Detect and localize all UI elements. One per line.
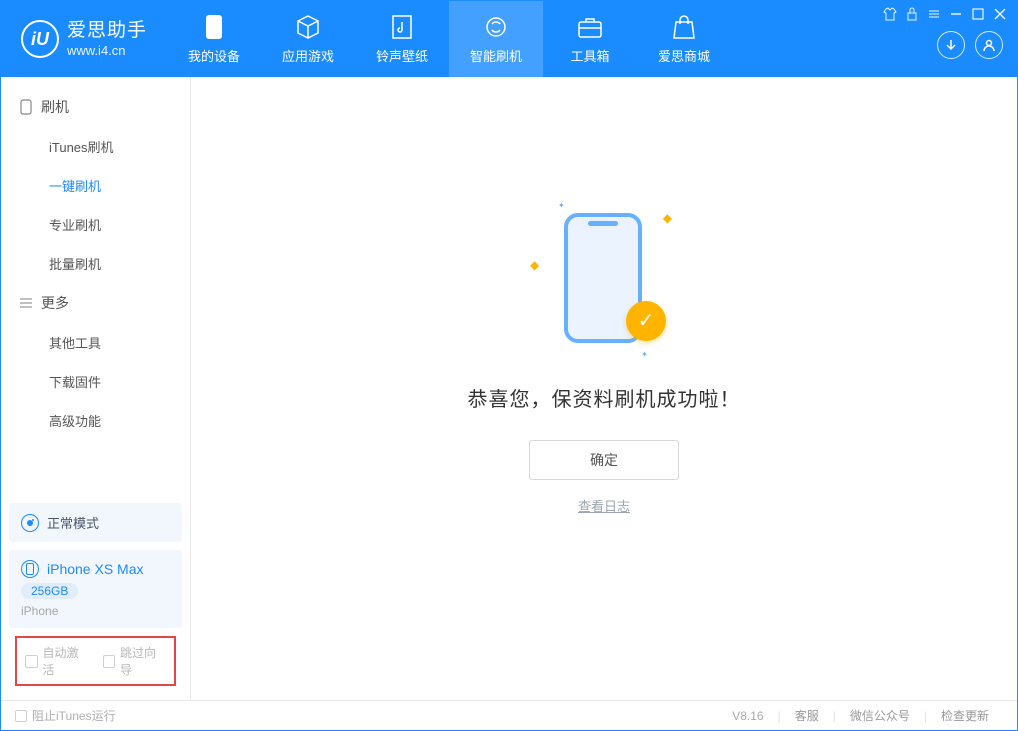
device-card[interactable]: iPhone XS Max 256GB iPhone xyxy=(9,550,182,628)
sidebar-item-itunes-flash[interactable]: iTunes刷机 xyxy=(1,127,190,166)
footer-link-wechat[interactable]: 微信公众号 xyxy=(836,707,924,724)
sidebar-item-other-tools[interactable]: 其他工具 xyxy=(1,323,190,362)
sidebar-item-batch-flash[interactable]: 批量刷机 xyxy=(1,244,190,283)
view-log-link[interactable]: 查看日志 xyxy=(578,496,630,515)
sparkle-icon: ◆ xyxy=(663,211,672,225)
tab-store[interactable]: 爱思商城 xyxy=(637,1,731,77)
checkbox-icon xyxy=(15,710,27,722)
sidebar-item-one-click-flash[interactable]: 一键刷机 xyxy=(1,166,190,205)
phone-icon xyxy=(201,14,227,40)
shopping-bag-icon xyxy=(671,14,697,40)
version-label: V8.16 xyxy=(732,709,763,723)
sparkle-icon: ◆ xyxy=(530,258,539,272)
list-icon xyxy=(19,296,33,310)
window-controls xyxy=(883,7,1007,21)
device-card-icon xyxy=(21,560,39,578)
tab-smart-flash[interactable]: 智能刷机 xyxy=(449,1,543,77)
briefcase-icon xyxy=(577,14,603,40)
download-button[interactable] xyxy=(937,31,965,59)
checkbox-skip-guide[interactable]: 跳过向导 xyxy=(103,644,167,678)
checkbox-auto-activate[interactable]: 自动激活 xyxy=(25,644,89,678)
tab-my-device[interactable]: 我的设备 xyxy=(167,1,261,77)
sidebar-item-advanced[interactable]: 高级功能 xyxy=(1,401,190,440)
footer-link-support[interactable]: 客服 xyxy=(781,707,833,724)
menu-icon[interactable] xyxy=(927,7,941,21)
checkbox-icon xyxy=(25,655,38,668)
device-type: iPhone xyxy=(21,604,58,618)
tab-app-games[interactable]: 应用游戏 xyxy=(261,1,355,77)
header-actions xyxy=(937,31,1003,59)
minimize-icon[interactable] xyxy=(949,7,963,21)
check-badge-icon: ✓ xyxy=(626,301,666,341)
footer: 阻止iTunes运行 V8.16 | 客服 | 微信公众号 | 检查更新 xyxy=(1,700,1017,730)
main-content: ◆ ◆ ✦ ✦ ✓ 恭喜您，保资料刷机成功啦！ 确定 查看日志 xyxy=(191,77,1017,700)
footer-link-update[interactable]: 检查更新 xyxy=(927,707,1003,724)
sidebar-group-more: 更多 xyxy=(1,283,190,323)
sidebar: 刷机 iTunes刷机 一键刷机 专业刷机 批量刷机 更多 其他工具 下载固件 … xyxy=(1,77,191,700)
sparkle-icon: ✦ xyxy=(641,350,648,359)
success-message: 恭喜您，保资料刷机成功啦！ xyxy=(468,383,741,412)
device-name: iPhone XS Max xyxy=(47,561,144,577)
close-icon[interactable] xyxy=(993,7,1007,21)
user-button[interactable] xyxy=(975,31,1003,59)
header: iU 爱思助手 www.i4.cn 我的设备 应用游戏 铃声壁纸 智能刷机 xyxy=(1,1,1017,77)
shirt-icon[interactable] xyxy=(883,7,897,21)
sidebar-item-download-firmware[interactable]: 下载固件 xyxy=(1,362,190,401)
success-illustration: ◆ ◆ ✦ ✦ ✓ xyxy=(534,203,674,353)
checkbox-icon xyxy=(103,655,116,668)
app-logo: iU 爱思助手 www.i4.cn xyxy=(1,1,167,77)
refresh-shield-icon xyxy=(483,14,509,40)
tab-toolbox[interactable]: 工具箱 xyxy=(543,1,637,77)
sidebar-group-flash: 刷机 xyxy=(1,87,190,127)
device-icon xyxy=(19,100,33,114)
app-url: www.i4.cn xyxy=(67,43,147,59)
logo-icon: iU xyxy=(21,20,59,58)
cube-icon xyxy=(295,14,321,40)
tab-ringtone-wallpaper[interactable]: 铃声壁纸 xyxy=(355,1,449,77)
maximize-icon[interactable] xyxy=(971,7,985,21)
header-tabs: 我的设备 应用游戏 铃声壁纸 智能刷机 工具箱 爱思商城 xyxy=(167,1,731,77)
sparkle-icon: ✦ xyxy=(558,201,565,210)
music-file-icon xyxy=(389,14,415,40)
sidebar-item-pro-flash[interactable]: 专业刷机 xyxy=(1,205,190,244)
ok-button[interactable]: 确定 xyxy=(529,440,679,480)
mode-label: 正常模式 xyxy=(47,513,99,532)
app-name: 爱思助手 xyxy=(67,20,147,43)
flash-options-highlight: 自动激活 跳过向导 xyxy=(15,636,176,686)
lock-icon[interactable] xyxy=(905,7,919,21)
mode-icon xyxy=(21,514,39,532)
device-storage: 256GB xyxy=(21,583,78,599)
mode-card[interactable]: 正常模式 xyxy=(9,503,182,542)
checkbox-prevent-itunes[interactable]: 阻止iTunes运行 xyxy=(15,707,116,724)
